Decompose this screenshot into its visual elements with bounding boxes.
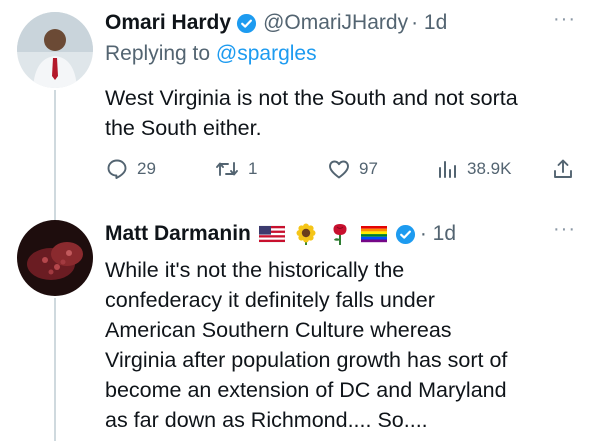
retweet-icon [214, 157, 248, 181]
reply-icon [105, 157, 137, 181]
tweet-text-line: as far down as Richmond.... So.... [105, 408, 428, 432]
retweet-count: 1 [248, 159, 258, 178]
tweet-text-line: Virginia after population growth has sor… [105, 348, 508, 372]
replying-to-label: Replying to [105, 42, 216, 65]
views-button[interactable]: 38.9K [435, 157, 511, 181]
heart-icon [327, 157, 359, 181]
tweet-text: West Virginia is not the South and not s… [105, 83, 585, 143]
tweet-text-line: American Southern Culture whereas [105, 318, 452, 342]
retweet-button[interactable]: 1 [214, 157, 257, 181]
author-handle[interactable]: @OmariJHardy [263, 11, 408, 35]
tweet-text-line: While it's not the historically the [105, 258, 405, 282]
thread-line-lower [54, 298, 56, 441]
reply-count: 29 [137, 159, 156, 178]
tweet-text-line: West Virginia is not the South and not s… [105, 86, 518, 110]
views-count: 38.9K [467, 159, 512, 178]
rainbow-flag-emoji [360, 223, 387, 245]
views-bar-chart-icon [435, 157, 467, 181]
thread-line-upper [54, 90, 56, 220]
avatar[interactable] [17, 220, 93, 296]
sunflower-emoji [293, 223, 319, 245]
tweet-text-line: confederacy it definitely falls under [105, 288, 435, 312]
us-flag-emoji [258, 223, 285, 245]
more-options-icon[interactable]: ··· [553, 8, 576, 31]
share-icon [551, 157, 583, 181]
share-button[interactable] [551, 157, 583, 181]
tweet-time[interactable]: · 1d [411, 11, 447, 35]
verified-badge-icon [236, 13, 257, 34]
like-button[interactable]: 97 [327, 157, 378, 181]
tweet-text: While it's not the historically the conf… [105, 255, 590, 435]
tweet-text-line: the South either. [105, 116, 262, 140]
rose-emoji [327, 223, 353, 245]
tweet-text-line: become an extension of DC and Maryland [105, 378, 507, 402]
tweet-header: Omari Hardy @OmariJHardy · 1d [105, 9, 447, 37]
tweet-time[interactable]: · 1d [420, 222, 456, 246]
reply-button[interactable]: 29 [105, 157, 156, 181]
verified-badge-icon [395, 224, 416, 245]
avatar[interactable] [17, 12, 93, 88]
author-name[interactable]: Matt Darmanin [105, 222, 251, 246]
tweet-header: Matt Darmanin · 1d [105, 219, 456, 249]
more-options-icon[interactable]: ··· [553, 218, 576, 241]
author-name[interactable]: Omari Hardy [105, 11, 231, 35]
like-count: 97 [359, 159, 378, 178]
replying-to: Replying to @spargles [105, 42, 317, 66]
replying-to-handle[interactable]: @spargles [216, 42, 317, 65]
